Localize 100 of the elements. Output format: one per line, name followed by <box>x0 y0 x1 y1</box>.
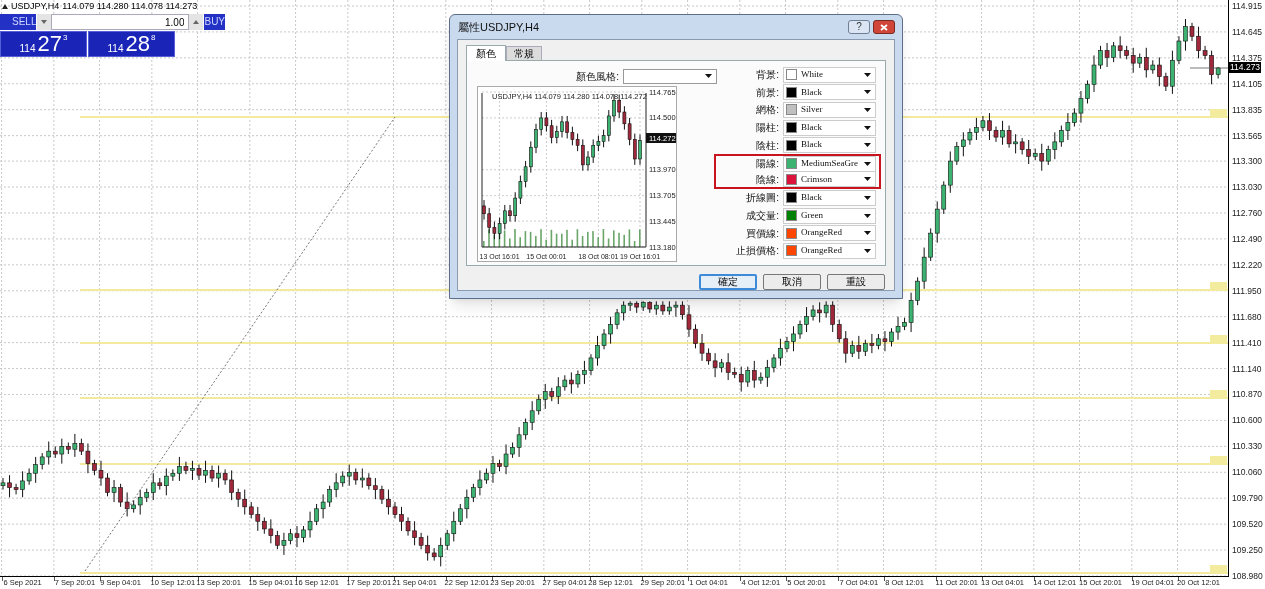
volume-bar <box>576 229 579 247</box>
price-axis-label: 113.835 <box>1232 104 1263 115</box>
price-last-digit: 3 <box>63 34 68 42</box>
dropdown-arrow-icon <box>864 248 871 253</box>
color-setting-label: 陽線: <box>755 157 779 172</box>
price-axis-label: 109.520 <box>1232 519 1263 530</box>
dialog-button[interactable]: 取消 <box>763 274 821 290</box>
current-price-line <box>1189 67 1228 69</box>
color-setting-label: 前景: <box>755 85 779 100</box>
price-axis-label: 111.410 <box>1232 337 1262 348</box>
dropdown-arrow-icon <box>864 143 871 148</box>
dropdown-arrow-icon <box>864 213 871 218</box>
color-setting-label: 網格: <box>755 103 779 118</box>
price-main-digits: 28 <box>125 33 150 55</box>
price-axis-label: 111.680 <box>1232 311 1262 322</box>
dialog-button[interactable]: 確定 <box>699 274 757 290</box>
color-dropdown[interactable]: White <box>783 66 876 83</box>
price-axis-label: 109.790 <box>1232 493 1263 504</box>
buy-button[interactable]: BUY <box>204 14 226 30</box>
volume-bar <box>607 238 610 247</box>
chart-symbol: USDJPY,H4 <box>11 1 60 12</box>
price-axis-label: 114.645 <box>1232 26 1263 37</box>
price-axis-label: 111.950 <box>1232 285 1262 296</box>
price-axis-label: 109.250 <box>1232 545 1263 556</box>
price-main-digits: 27 <box>37 33 62 55</box>
color-setting-label: 背景: <box>755 68 779 83</box>
down-arrow-icon <box>41 20 48 24</box>
dialog-title: 屬性USDJPY,H4 <box>457 19 541 35</box>
level-tag <box>1210 456 1227 465</box>
volume-bar <box>503 230 506 247</box>
price-axis-label: 114.375 <box>1232 52 1263 63</box>
price-axis-label: 111.140 <box>1232 363 1262 374</box>
color-dropdown[interactable]: Black <box>783 84 876 101</box>
color-setting-label: 止損價格: <box>735 244 779 259</box>
decrease-lot-button[interactable] <box>37 14 52 30</box>
dialog-tab[interactable]: 顏色 <box>466 45 506 61</box>
color-setting-label: 折線圖: <box>745 191 779 206</box>
chart-quotes: 114.079 114.280 114.078 114.273 <box>62 1 198 12</box>
price-axis-label: 113.300 <box>1232 156 1263 167</box>
current-price-label: 114.273 <box>1229 62 1262 73</box>
volume-bar <box>524 231 527 247</box>
volume-bar <box>628 229 631 247</box>
color-scheme-dropdown[interactable] <box>623 68 717 84</box>
price-axis-label: 112.490 <box>1232 233 1263 244</box>
color-setting-label: 買價線: <box>745 226 779 241</box>
color-dropdown[interactable]: Crimson <box>783 171 876 188</box>
close-icon <box>880 23 888 31</box>
volume-bar <box>529 231 532 247</box>
color-setting-label: 成交量: <box>745 209 779 224</box>
color-dropdown[interactable]: Black <box>783 189 876 206</box>
up-arrow-icon <box>193 20 200 24</box>
dropdown-arrow-icon <box>864 177 871 182</box>
color-setting-label: 陰線: <box>755 172 779 187</box>
price-axis-label: 114.105 <box>1232 78 1263 89</box>
price-axis-label: 110.870 <box>1232 389 1263 400</box>
close-button[interactable] <box>873 20 895 34</box>
color-scheme-label: 顏色風格: <box>576 69 619 84</box>
dropdown-arrow-icon <box>864 90 871 95</box>
dropdown-arrow-icon <box>864 125 871 130</box>
level-tag <box>1210 335 1227 344</box>
volume-bar <box>581 235 584 247</box>
color-dropdown[interactable]: MediumSeaGre <box>783 155 876 172</box>
level-line[interactable] <box>79 342 1228 344</box>
price-prefix: 114 <box>107 43 124 55</box>
dropdown-arrow-icon <box>864 108 871 112</box>
dropdown-arrow-icon <box>864 161 871 166</box>
level-tag <box>1210 565 1227 574</box>
color-dropdown[interactable]: Black <box>783 119 876 136</box>
price-axis-label: 110.060 <box>1232 467 1263 478</box>
dialog-tab[interactable]: 常規 <box>506 46 542 60</box>
price-axis-label: 113.030 <box>1232 182 1263 193</box>
volume-bar <box>550 229 553 247</box>
volume-bar <box>633 241 636 247</box>
dropdown-arrow-icon <box>705 74 712 78</box>
color-dropdown[interactable]: OrangeRed <box>783 242 876 259</box>
color-dropdown[interactable]: OrangeRed <box>783 225 876 242</box>
color-dropdown[interactable]: Black <box>783 137 876 154</box>
color-setting-label: 陰柱: <box>755 138 779 153</box>
price-axis-label: 113.565 <box>1232 130 1263 141</box>
level-line[interactable] <box>79 463 1228 465</box>
volume-bar <box>602 229 605 247</box>
color-setting-label: 陽柱: <box>755 121 779 136</box>
volume-bar <box>555 233 558 247</box>
price-prefix: 114 <box>19 43 36 55</box>
color-dropdown[interactable]: Silver <box>783 102 876 118</box>
color-dropdown[interactable]: Green <box>783 207 876 224</box>
help-button[interactable]: ? <box>848 20 870 34</box>
lot-size-field[interactable]: 1.00 <box>51 14 190 30</box>
dropdown-arrow-icon <box>864 195 871 200</box>
dropdown-arrow-icon <box>864 72 871 77</box>
price-axis-label: 110.600 <box>1232 415 1263 426</box>
price-axis-label: 108.980 <box>1232 571 1263 581</box>
dialog-button[interactable]: 重設 <box>827 274 885 290</box>
collapse-triangle-icon[interactable] <box>2 4 8 9</box>
price-axis-label: 114.915 <box>1232 1 1263 11</box>
increase-lot-button[interactable] <box>189 14 204 30</box>
price-axis-label: 110.330 <box>1232 441 1263 452</box>
level-tag <box>1210 390 1227 399</box>
dropdown-arrow-icon <box>864 231 871 236</box>
price-last-digit: 8 <box>151 34 156 42</box>
